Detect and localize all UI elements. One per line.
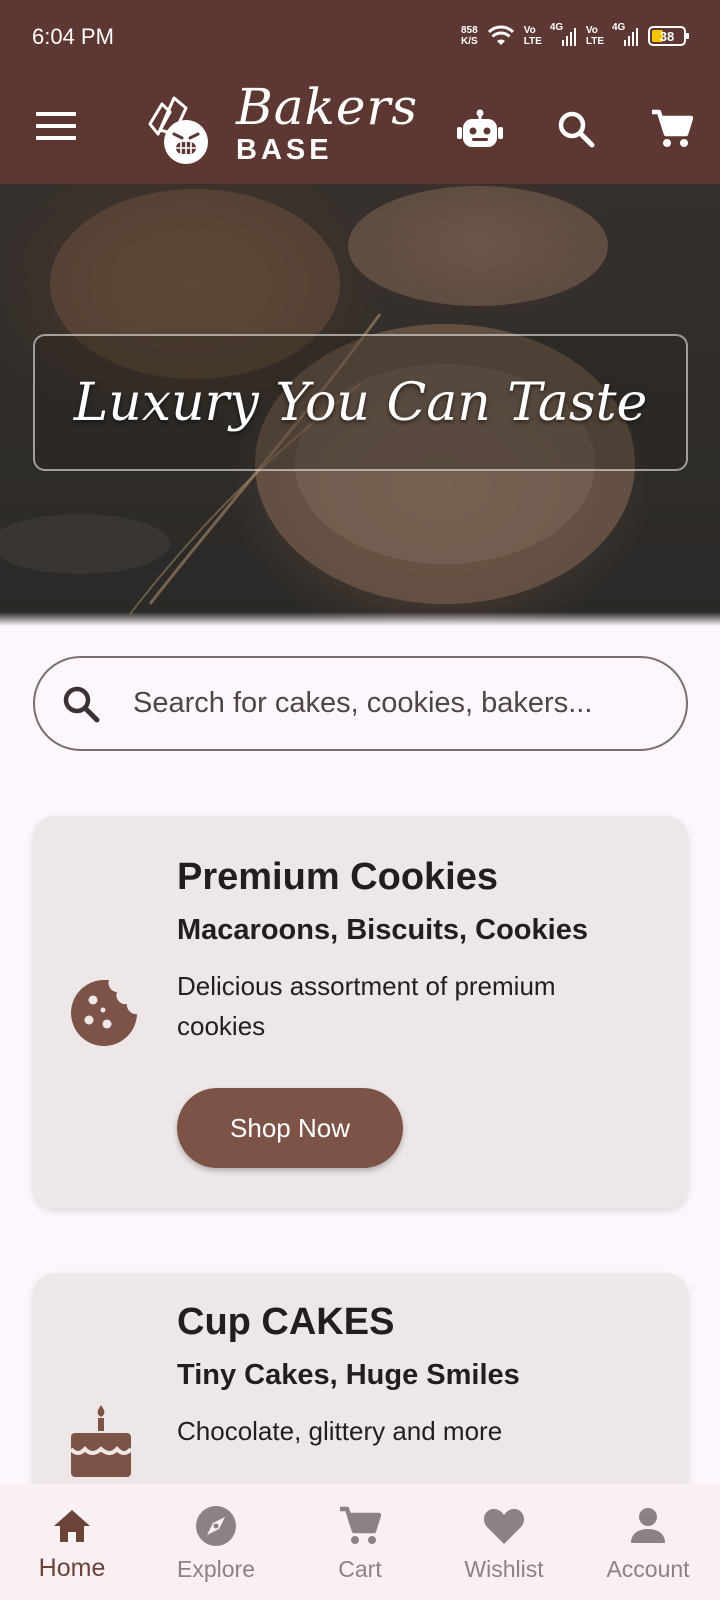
category-card-cup-cakes[interactable]: Cup CAKES Tiny Cakes, Huge Smiles Chocol… [33, 1273, 688, 1503]
cake-icon [69, 1405, 133, 1477]
network-speed: 858 K/S [461, 25, 478, 47]
logo-icon [148, 96, 208, 164]
cookie-icon [71, 980, 137, 1046]
network-speed-unit: K/S [461, 36, 478, 47]
signal-icon-2: 4G [612, 22, 638, 46]
search-button[interactable] [551, 104, 601, 154]
compass-icon [196, 1506, 236, 1546]
chatbot-icon [457, 109, 503, 147]
heart-icon [483, 1508, 525, 1544]
hero-banner: Luxury You Can Taste [0, 184, 720, 626]
menu-icon-line [36, 112, 76, 116]
nav-wishlist[interactable]: Wishlist [432, 1484, 576, 1600]
nav-label-cart: Cart [338, 1556, 382, 1582]
person-icon [631, 1508, 665, 1543]
card-description: Delicious assortment of premium cookies [177, 971, 556, 1041]
tagline-card: Luxury You Can Taste [33, 334, 688, 471]
volte-badge-1: Vo LTE [524, 25, 542, 47]
status-bar: 6:04 PM 858 K/S Vo LTE 4G Vo LTE 4G 38 [0, 0, 720, 76]
cart-icon [340, 1506, 381, 1544]
nav-cart[interactable]: Cart [288, 1484, 432, 1600]
search-input[interactable] [133, 687, 673, 720]
card-subtitle: Macaroons, Biscuits, Cookies [177, 914, 588, 946]
network-type-2: 4G [612, 22, 626, 33]
menu-icon-line [36, 136, 76, 140]
menu-button[interactable] [36, 112, 76, 142]
nav-explore[interactable]: Explore [144, 1484, 288, 1600]
brand-base: BASE [236, 134, 333, 166]
card-subtitle: Tiny Cakes, Huge Smiles [177, 1359, 520, 1391]
bottom-navigation: Home Explore Cart Wishlist Account [0, 1484, 720, 1600]
volte-1-lte: LTE [523, 36, 542, 47]
nav-label-explore: Explore [177, 1556, 255, 1582]
menu-icon-line [36, 124, 76, 128]
card-title: Cup CAKES [177, 1301, 395, 1343]
search-bar[interactable] [33, 656, 688, 751]
card-title: Premium Cookies [177, 856, 498, 898]
app-bar: Bakers BASE [0, 76, 720, 184]
network-type-1: 4G [549, 22, 564, 33]
volte-1-vo: Vo [523, 25, 536, 36]
battery-icon: 38 [648, 26, 689, 46]
chatbot-button[interactable] [455, 104, 505, 154]
home-icon [54, 1510, 90, 1542]
nav-home[interactable]: Home [0, 1484, 144, 1600]
cart-button[interactable] [647, 104, 697, 154]
search-icon [558, 111, 595, 148]
network-speed-value: 858 [461, 25, 478, 36]
shop-now-button[interactable]: Shop Now [177, 1088, 403, 1168]
status-icons: 858 K/S Vo LTE 4G Vo LTE 4G 38 [461, 21, 689, 51]
hero-tagline: Luxury You Can Taste [73, 372, 648, 433]
signal-icon-1: 4G [550, 22, 576, 46]
volte-2-vo: Vo [585, 25, 598, 36]
nav-label-home: Home [38, 1554, 106, 1582]
wifi-icon [487, 25, 514, 45]
cart-icon [652, 109, 693, 147]
battery-level: 38 [659, 28, 675, 44]
volte-2-lte: LTE [585, 36, 604, 47]
nav-label-wishlist: Wishlist [464, 1556, 544, 1582]
volte-badge-2: Vo LTE [586, 25, 604, 47]
card-description: Chocolate, glittery and more [177, 1416, 503, 1446]
status-time: 6:04 PM [32, 24, 114, 49]
hero-fade [0, 612, 720, 626]
brand: Bakers BASE [236, 76, 418, 167]
search-icon [63, 686, 100, 722]
nav-label-account: Account [606, 1556, 690, 1582]
category-card-premium-cookies[interactable]: Premium Cookies Macaroons, Biscuits, Coo… [33, 816, 688, 1208]
brand-script: Bakers [236, 78, 419, 136]
nav-account[interactable]: Account [576, 1484, 720, 1600]
